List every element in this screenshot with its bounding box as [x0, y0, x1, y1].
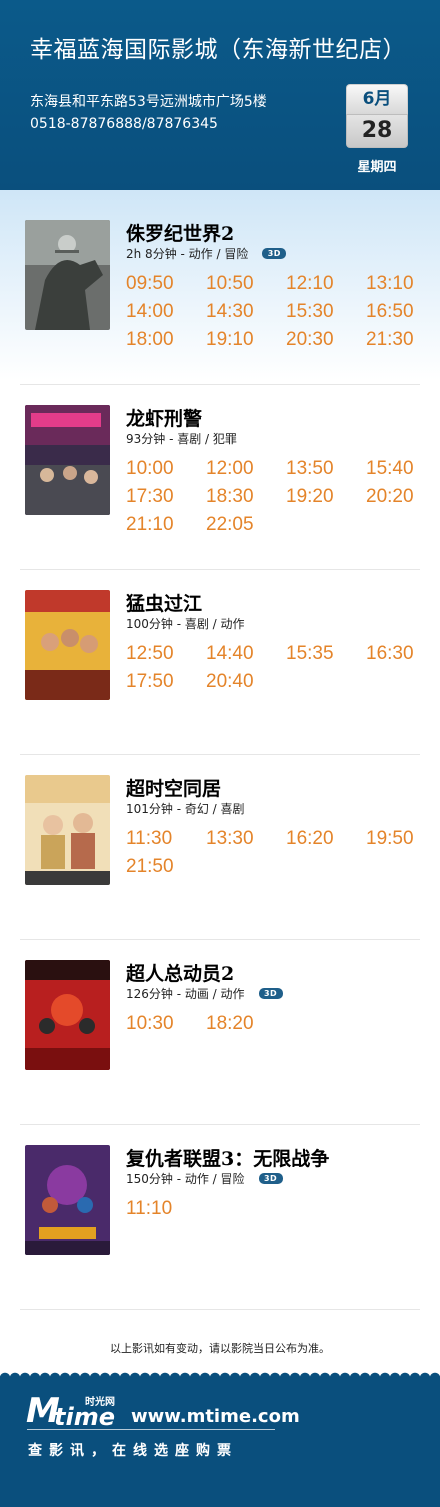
showtime[interactable]: 19:20: [286, 486, 366, 507]
movie-meta-text: 2h 8分钟 - 动作 / 冒险: [126, 247, 249, 261]
movie-meta-text: 126分钟 - 动画 / 动作: [126, 987, 245, 1001]
movie-card[interactable]: 猛虫过江 100分钟 - 喜剧 / 动作 12:50 14:40 15:35 1…: [20, 570, 420, 755]
showtime[interactable]: 20:40: [206, 671, 286, 692]
showtime[interactable]: 19:10: [206, 329, 286, 350]
3d-badge-icon: 3D: [258, 1173, 283, 1184]
movie-title[interactable]: 复仇者联盟3：无限战争: [126, 1144, 329, 1171]
cinema-header: 幸福蓝海国际影城（东海新世纪店） 东海县和平东路53号远洲城市广场5楼 0518…: [0, 0, 440, 190]
showtime[interactable]: 21:30: [366, 329, 420, 350]
movie-meta: 101分钟 - 奇幻 / 喜剧: [126, 800, 245, 817]
movie-poster[interactable]: [25, 220, 110, 330]
showtime[interactable]: 11:10: [126, 1198, 206, 1219]
movie-poster[interactable]: [25, 590, 110, 700]
showtime[interactable]: 12:10: [286, 273, 366, 294]
showtime[interactable]: 21:10: [126, 514, 206, 535]
3d-badge-icon: 3D: [258, 988, 283, 999]
movie-card[interactable]: 龙虾刑警 93分钟 - 喜剧 / 犯罪 10:00 12:00 13:50 15…: [20, 385, 420, 570]
showtime-list: 11:30 13:30 16:20 19:50 21:50: [126, 828, 420, 877]
showtime[interactable]: 21:50: [126, 856, 206, 877]
cinema-phone[interactable]: 0518-87876888/87876345: [30, 116, 218, 132]
showtime[interactable]: 10:00: [126, 458, 206, 479]
movie-meta: 126分钟 - 动画 / 动作 3D: [126, 985, 283, 1002]
movie-poster[interactable]: [25, 960, 110, 1070]
showtime-list: 11:10: [126, 1198, 420, 1219]
movie-card[interactable]: 超人总动员2 126分钟 - 动画 / 动作 3D 10:30 18:20: [20, 940, 420, 1125]
showtime-list: 10:00 12:00 13:50 15:40 17:30 18:30 19:2…: [126, 458, 420, 535]
movie-card[interactable]: 复仇者联盟3：无限战争 150分钟 - 动作 / 冒险 3D 11:10: [20, 1125, 420, 1310]
showtime[interactable]: 18:30: [206, 486, 286, 507]
footer-slogan: 查影讯，在线选座购票: [28, 1443, 238, 1459]
cinema-address: 东海县和平东路53号远洲城市广场5楼: [30, 94, 267, 110]
movie-poster[interactable]: [25, 775, 110, 885]
showtime[interactable]: 20:20: [366, 486, 420, 507]
movie-meta: 100分钟 - 喜剧 / 动作: [126, 615, 245, 632]
showtime[interactable]: 18:00: [126, 329, 206, 350]
movie-poster[interactable]: [25, 405, 110, 515]
3d-badge-icon: 3D: [262, 248, 287, 259]
showtime[interactable]: 11:30: [126, 828, 206, 849]
showtime[interactable]: 16:50: [366, 301, 420, 322]
site-url-link[interactable]: www.mtime.com: [131, 1406, 300, 1427]
showtime[interactable]: 14:00: [126, 301, 206, 322]
movie-meta-text: 101分钟 - 奇幻 / 喜剧: [126, 802, 245, 816]
showtime[interactable]: 13:50: [286, 458, 366, 479]
movie-title[interactable]: 超时空同居: [126, 774, 221, 801]
showtime[interactable]: 09:50: [126, 273, 206, 294]
showtime[interactable]: 17:30: [126, 486, 206, 507]
showtime[interactable]: 17:50: [126, 671, 206, 692]
mtime-footer[interactable]: M time 时光网 www.mtime.com 查影讯，在线选座购票: [0, 1377, 440, 1507]
movie-title[interactable]: 侏罗纪世界2: [126, 219, 234, 246]
movie-title[interactable]: 超人总动员2: [126, 959, 234, 986]
calendar-month: 6月: [346, 84, 408, 114]
showtime[interactable]: 16:30: [366, 643, 420, 664]
showtime[interactable]: 12:00: [206, 458, 286, 479]
showtime[interactable]: 14:40: [206, 643, 286, 664]
showtime[interactable]: 19:50: [366, 828, 420, 849]
movie-meta-text: 93分钟 - 喜剧 / 犯罪: [126, 432, 237, 446]
showtime[interactable]: 15:40: [366, 458, 420, 479]
showtime[interactable]: 13:30: [206, 828, 286, 849]
calendar-weekday: 星期四: [357, 160, 397, 175]
movie-meta: 93分钟 - 喜剧 / 犯罪: [126, 430, 237, 447]
movie-meta: 2h 8分钟 - 动作 / 冒险 3D: [126, 245, 287, 262]
mtime-logo-cn: 时光网: [85, 1397, 115, 1408]
movie-title[interactable]: 龙虾刑警: [126, 404, 202, 431]
movie-meta-text: 100分钟 - 喜剧 / 动作: [126, 617, 245, 631]
showtime[interactable]: 10:50: [206, 273, 286, 294]
movie-card[interactable]: 超时空同居 101分钟 - 奇幻 / 喜剧 11:30 13:30 16:20 …: [20, 755, 420, 940]
showtime[interactable]: 15:30: [286, 301, 366, 322]
showtime[interactable]: 13:10: [366, 273, 420, 294]
showtime[interactable]: 12:50: [126, 643, 206, 664]
movie-meta: 150分钟 - 动作 / 冒险 3D: [126, 1170, 283, 1187]
movie-poster[interactable]: [25, 1145, 110, 1255]
showtime-list: 12:50 14:40 15:35 16:30 17:50 20:40: [126, 643, 420, 692]
showtime[interactable]: 15:35: [286, 643, 366, 664]
showtime[interactable]: 10:30: [126, 1013, 206, 1034]
footer-divider: [27, 1429, 275, 1430]
movie-card[interactable]: 侏罗纪世界2 2h 8分钟 - 动作 / 冒险 3D 09:50 10:50 1…: [20, 200, 420, 385]
showtime-list: 09:50 10:50 12:10 13:10 14:00 14:30 15:3…: [126, 273, 420, 350]
movie-title[interactable]: 猛虫过江: [126, 589, 202, 616]
calendar-day: 28: [346, 114, 408, 148]
showtime[interactable]: 20:30: [286, 329, 366, 350]
movie-meta-text: 150分钟 - 动作 / 冒险: [126, 1172, 245, 1186]
cinema-name: 幸福蓝海国际影城（东海新世纪店）: [30, 37, 406, 63]
showtime-list: 10:30 18:20: [126, 1013, 420, 1034]
showtime[interactable]: 18:20: [206, 1013, 286, 1034]
calendar-icon: 6月 28: [346, 84, 408, 148]
showtime[interactable]: 16:20: [286, 828, 366, 849]
showtime[interactable]: 22:05: [206, 514, 286, 535]
schedule-notice: 以上影讯如有变动，请以影院当日公布为准。: [110, 1342, 330, 1355]
showtime[interactable]: 14:30: [206, 301, 286, 322]
